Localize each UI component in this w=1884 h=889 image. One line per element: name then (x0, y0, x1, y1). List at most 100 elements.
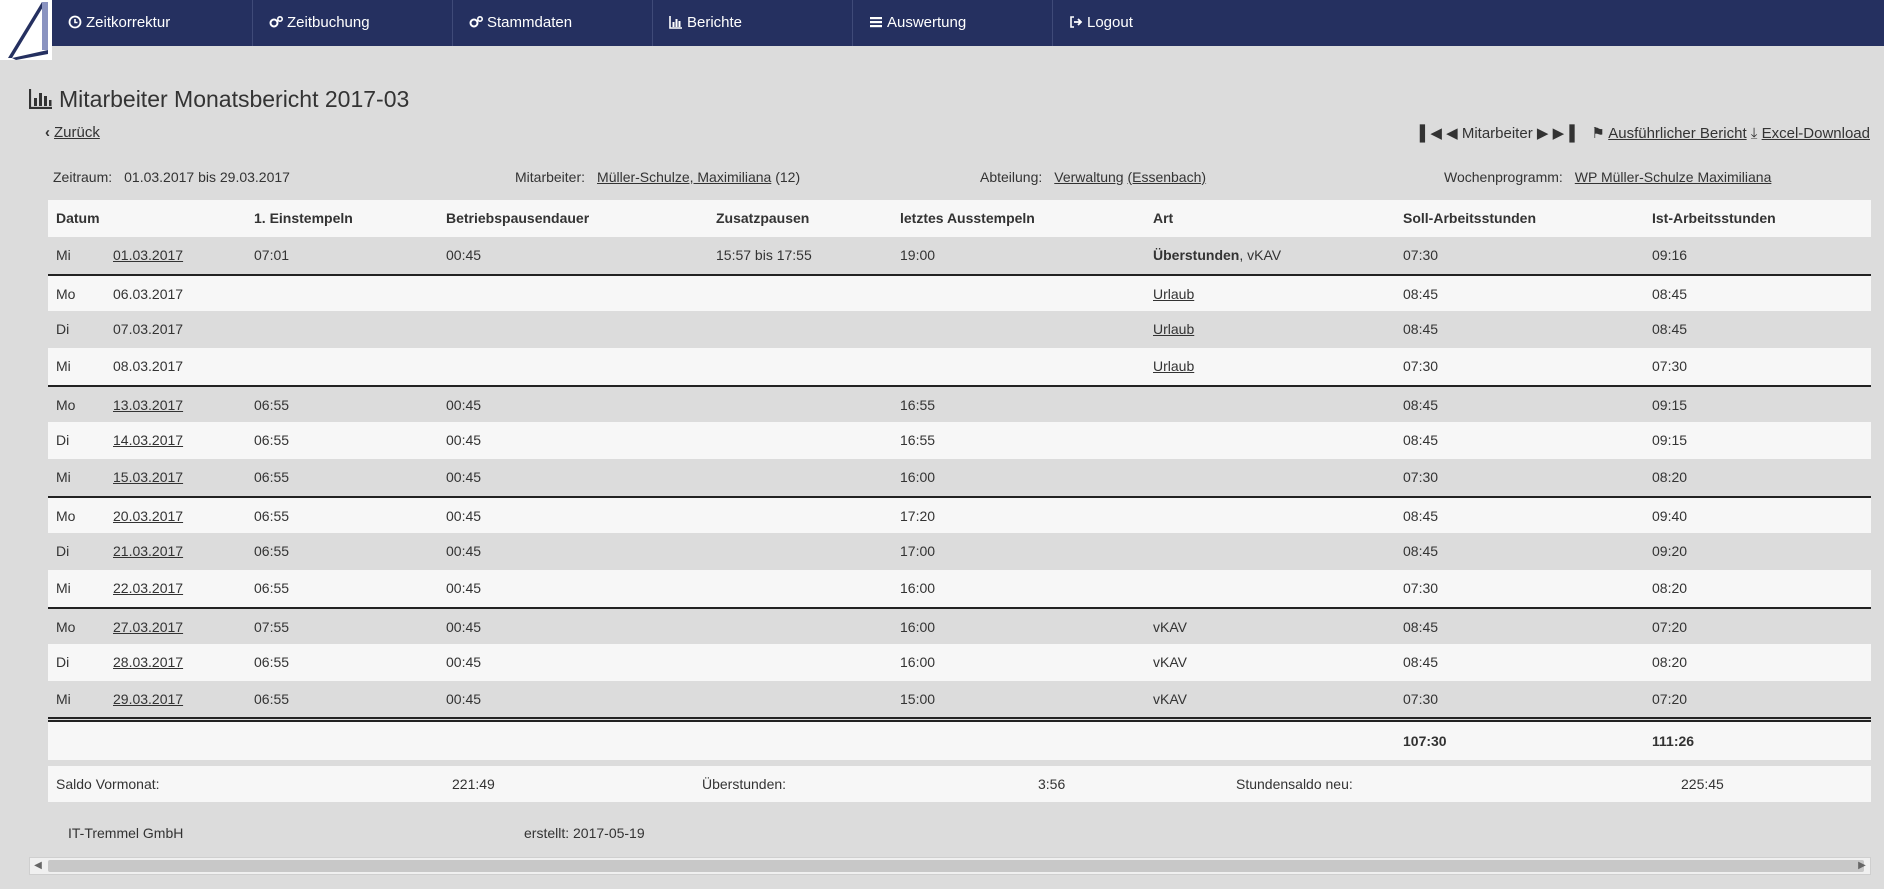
stundensaldo-neu-value: 225:45 (1681, 776, 1724, 792)
ist-cell: 09:20 (1652, 543, 1688, 559)
day-cell: Di (56, 543, 70, 559)
footer-created: erstellt: 2017-05-19 (524, 825, 645, 841)
abteilung-place-link[interactable]: (Essenbach) (1127, 169, 1206, 185)
pause-cell: 00:45 (446, 247, 482, 263)
date-cell[interactable]: 01.03.2017 (113, 237, 183, 274)
art-text[interactable]: Urlaub (1153, 358, 1194, 374)
ueberstunden-label: Überstunden: (702, 776, 787, 792)
pause-cell: 00:45 (446, 580, 482, 596)
prev-employee-icon[interactable]: ◀ (1446, 125, 1458, 142)
col-einstempeln: 1. Einstempeln (254, 210, 353, 226)
abteilung-link[interactable]: Verwaltung (1054, 169, 1123, 185)
mitarbeiter-link[interactable]: Müller-Schulze, Maximiliana (597, 169, 771, 185)
ausstempeln-cell: 19:00 (900, 247, 936, 263)
nav-zeitbuchung[interactable]: Zeitbuchung (253, 0, 453, 46)
detail-report-link[interactable]: Ausführlicher Bericht (1608, 125, 1746, 142)
day-cell: Mo (56, 397, 76, 413)
info-wochenprogramm: Wochenprogramm: WP Müller-Schulze Maximil… (1444, 169, 1771, 185)
nav-berichte[interactable]: Berichte (653, 0, 853, 46)
art-text[interactable]: Urlaub (1153, 321, 1194, 337)
ausstempeln-cell: 17:20 (900, 508, 936, 524)
mitarbeiter-label: Mitarbeiter: (515, 169, 586, 185)
einstempeln-cell: 06:55 (254, 432, 290, 448)
scroll-right-icon[interactable]: ▶ (1854, 858, 1870, 874)
art-cell: vKAV (1153, 644, 1187, 681)
day-cell: Di (56, 654, 70, 670)
table-row: Mi 29.03.2017 06:55 00:45 15:00 07:30 07:20 vKA… (48, 681, 1871, 718)
scroll-left-icon[interactable]: ◀ (30, 858, 46, 874)
gears-icon (269, 15, 283, 29)
nav-auswertung[interactable]: Auswertung (853, 0, 1053, 46)
ist-cell: 09:16 (1652, 247, 1688, 263)
ausstempeln-cell: 16:55 (900, 432, 936, 448)
day-cell: Mi (56, 691, 71, 707)
date-cell[interactable]: 20.03.2017 (113, 498, 183, 535)
ist-cell: 08:20 (1652, 654, 1688, 670)
horizontal-scrollbar[interactable]: ◀ ▶ (29, 857, 1871, 875)
date-cell[interactable]: 14.03.2017 (113, 422, 183, 459)
stundensaldo-neu-label: Stundensaldo neu: (1236, 776, 1353, 792)
soll-cell: 07:30 (1403, 469, 1439, 485)
total-row: 107:30 111:26 (48, 722, 1871, 760)
date-cell[interactable]: 29.03.2017 (113, 681, 183, 718)
soll-cell: 07:30 (1403, 691, 1439, 707)
art-text: , vKAV (1239, 247, 1282, 263)
table-row: Di 21.03.2017 06:55 00:45 17:00 08:45 09:20 (48, 533, 1871, 570)
date-cell[interactable]: 28.03.2017 (113, 644, 183, 681)
date-cell[interactable]: 15.03.2017 (113, 459, 183, 496)
ist-cell: 07:20 (1652, 691, 1688, 707)
saldo-row: Saldo Vormonat: 221:49 Überstunden: 3:56… (48, 766, 1871, 802)
chevron-left-icon: ‹ (45, 124, 50, 141)
nav-label: Berichte (687, 14, 743, 31)
ist-cell: 08:45 (1652, 286, 1688, 302)
art-cell: Überstunden, vKAV (1153, 237, 1281, 274)
date-cell[interactable]: 22.03.2017 (113, 570, 183, 607)
last-employee-icon[interactable]: ▶▐ (1553, 125, 1575, 142)
nav-stammdaten[interactable]: Stammdaten (453, 0, 653, 46)
soll-cell: 08:45 (1403, 619, 1439, 635)
soll-cell: 08:45 (1403, 432, 1439, 448)
nav-logout[interactable]: Logout (1053, 0, 1253, 46)
art-text[interactable]: Urlaub (1153, 286, 1194, 302)
date-cell[interactable]: 27.03.2017 (113, 609, 183, 646)
pause-cell: 00:45 (446, 508, 482, 524)
day-cell: Mi (56, 247, 71, 263)
report-table: Datum 1. Einstempeln Betriebspausendauer… (48, 200, 1871, 718)
day-cell: Mi (56, 580, 71, 596)
art-cell: Urlaub (1153, 311, 1194, 348)
einstempeln-cell: 06:55 (254, 691, 290, 707)
pause-cell: 00:45 (446, 619, 482, 635)
soll-cell: 08:45 (1403, 508, 1439, 524)
ausstempeln-cell: 16:00 (900, 580, 936, 596)
col-soll: Soll-Arbeitsstunden (1403, 210, 1537, 226)
date-cell[interactable]: 13.03.2017 (113, 387, 183, 424)
wochenprogramm-link[interactable]: WP Müller-Schulze Maximiliana (1575, 169, 1772, 185)
date-cell[interactable]: 21.03.2017 (113, 533, 183, 570)
zeitraum-label: Zeitraum: (53, 169, 113, 185)
next-employee-icon[interactable]: ▶ (1537, 125, 1549, 142)
bar-chart-icon (28, 88, 53, 110)
col-ist: Ist-Arbeitsstunden (1652, 210, 1776, 226)
gears-icon (469, 15, 483, 29)
art-text: vKAV (1153, 619, 1187, 635)
scrollbar-thumb[interactable] (48, 860, 1864, 872)
ist-cell: 09:15 (1652, 397, 1688, 413)
excel-download-link[interactable]: Excel-Download (1762, 125, 1870, 142)
first-employee-icon[interactable]: ▌◀ (1420, 125, 1442, 142)
soll-cell: 08:45 (1403, 654, 1439, 670)
clock-icon (68, 15, 82, 29)
ist-cell: 09:15 (1652, 432, 1688, 448)
back-link[interactable]: ‹ Zurück (45, 124, 100, 141)
col-ausstempeln: letztes Ausstempeln (900, 210, 1035, 226)
einstempeln-cell: 06:55 (254, 543, 290, 559)
art-cell: vKAV (1153, 609, 1187, 646)
ist-cell: 08:45 (1652, 321, 1688, 337)
soll-cell: 08:45 (1403, 397, 1439, 413)
app-logo[interactable] (0, 0, 52, 60)
day-cell: Di (56, 432, 70, 448)
ist-cell: 07:30 (1652, 358, 1688, 374)
nav-zeitkorrektur[interactable]: Zeitkorrektur (52, 0, 253, 46)
ausstempeln-cell: 17:00 (900, 543, 936, 559)
date-cell: 08.03.2017 (113, 358, 184, 374)
art-cell: vKAV (1153, 681, 1187, 718)
